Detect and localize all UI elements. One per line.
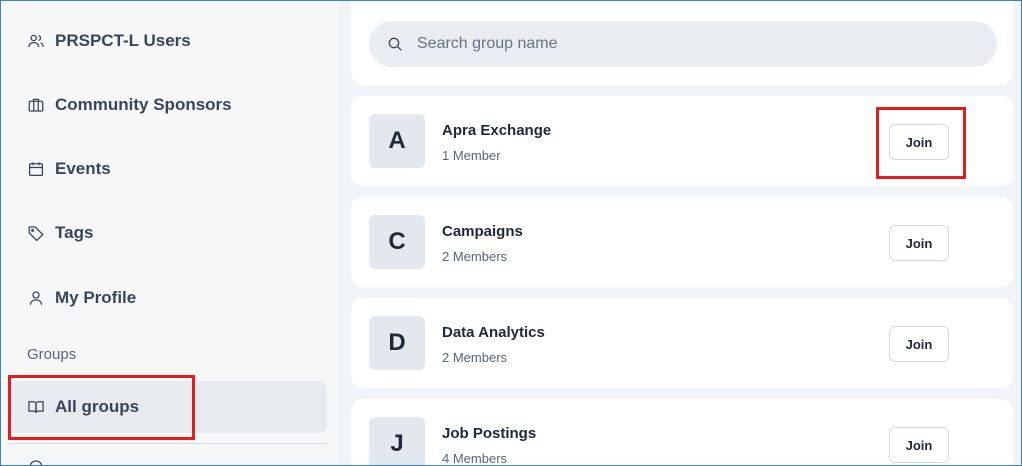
group-member-count: 4 Members — [442, 451, 508, 466]
join-button[interactable]: Join — [889, 427, 949, 463]
sidebar-item-all-groups[interactable]: All groups — [27, 392, 139, 422]
join-button[interactable]: Join — [889, 326, 949, 362]
group-member-count: 1 Member — [442, 148, 501, 163]
group-card-data-analytics[interactable]: D Data Analytics 2 Members Join — [351, 298, 1013, 388]
sidebar-item-community-sponsors[interactable]: Community Sponsors — [27, 90, 232, 120]
circle-icon — [29, 460, 43, 465]
join-button[interactable]: Join — [889, 124, 949, 160]
group-avatar: D — [369, 316, 425, 370]
group-name[interactable]: Campaigns — [442, 223, 523, 240]
sidebar-item-label: All groups — [55, 397, 140, 416]
group-card-job-postings[interactable]: J Job Postings 4 Members Join — [351, 399, 1013, 466]
group-name[interactable]: Data Analytics — [442, 324, 545, 341]
sidebar-item-my-profile[interactable]: My Profile — [27, 283, 136, 313]
sidebar-item-label: PRSPCT-L Users — [55, 31, 191, 50]
group-member-count: 2 Members — [442, 350, 508, 365]
main-content: A Apra Exchange 1 Member Join C Campaign… — [341, 1, 1021, 466]
book-icon — [28, 401, 44, 414]
group-name[interactable]: Job Postings — [442, 425, 536, 442]
user-icon — [29, 291, 43, 305]
groups-section-label: Groups — [27, 346, 77, 363]
sidebar-divider — [9, 443, 327, 444]
briefcase-icon — [28, 98, 44, 112]
join-button[interactable]: Join — [889, 225, 949, 261]
group-avatar: A — [369, 114, 425, 168]
search-icon — [388, 37, 402, 51]
sidebar-item-tags[interactable]: Tags — [27, 218, 93, 248]
search-input[interactable] — [415, 34, 979, 54]
sidebar-item-label: Tags — [55, 223, 94, 242]
group-avatar: J — [369, 417, 425, 465]
sidebar-item-label: My Profile — [55, 288, 137, 307]
search-box[interactable] — [369, 21, 997, 67]
sidebar-item-cut-off[interactable] — [27, 457, 45, 465]
group-name[interactable]: Apra Exchange — [442, 122, 551, 139]
sidebar: PRSPCT-L Users Community Sponsors Events… — [1, 1, 339, 465]
search-card — [351, 1, 1013, 85]
app-frame: PRSPCT-L Users Community Sponsors Events… — [0, 0, 1022, 466]
sidebar-item-prspct-l-users[interactable]: PRSPCT-L Users — [27, 26, 191, 56]
calendar-icon — [28, 162, 44, 177]
sidebar-item-label: Events — [55, 159, 111, 178]
sidebar-item-label: Community Sponsors — [55, 95, 232, 114]
sidebar-item-events[interactable]: Events — [27, 154, 111, 184]
group-card-apra-exchange[interactable]: A Apra Exchange 1 Member Join — [351, 96, 1013, 186]
group-member-count: 2 Members — [442, 249, 508, 264]
users-icon — [28, 34, 44, 48]
group-avatar: C — [369, 215, 425, 269]
group-card-campaigns[interactable]: C Campaigns 2 Members Join — [351, 197, 1013, 287]
tag-icon — [28, 226, 44, 242]
